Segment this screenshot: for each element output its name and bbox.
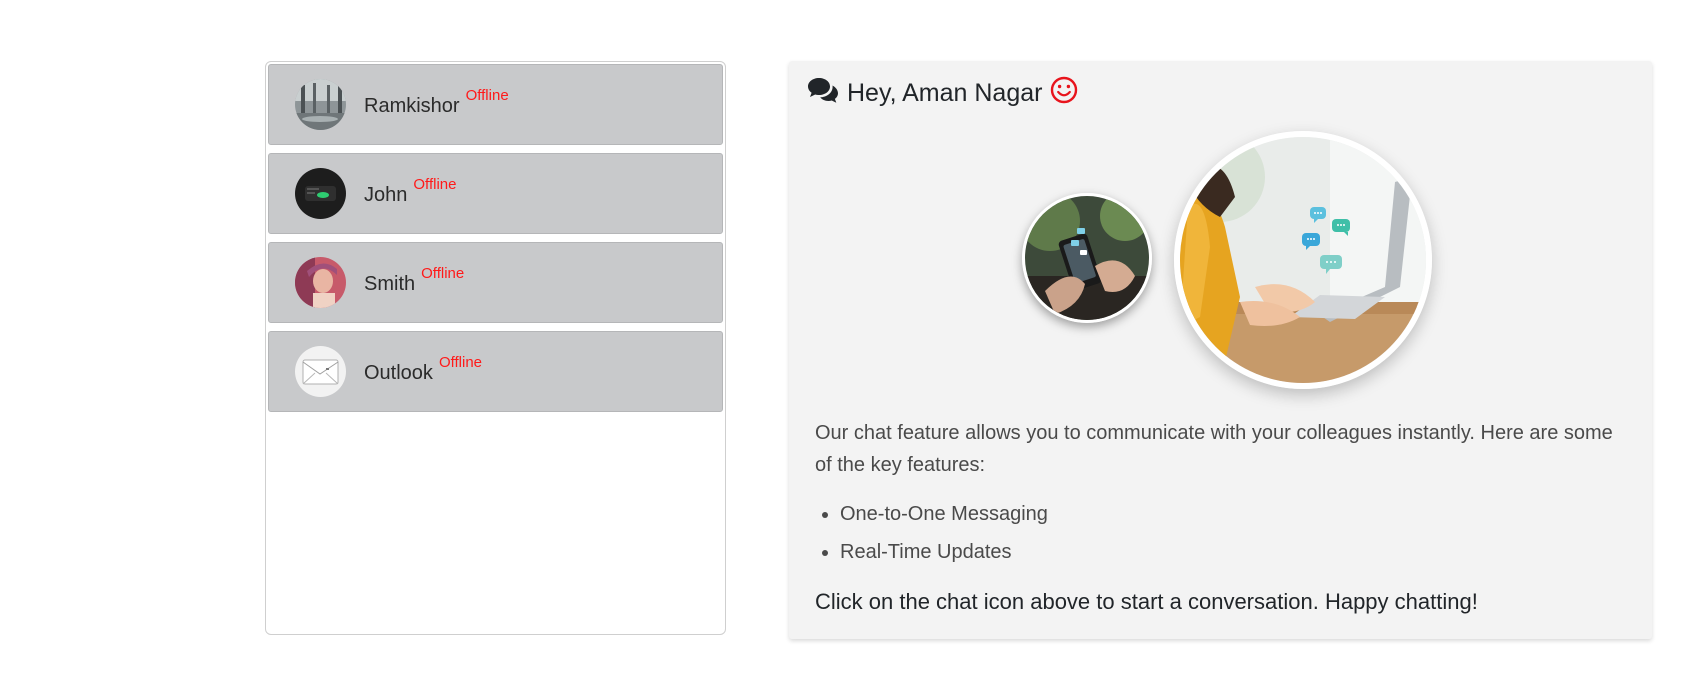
contact-name: Smith: [364, 273, 416, 295]
greeting-text: Hey, Aman Nagar: [847, 79, 1043, 107]
contact-name: Outlook: [364, 362, 433, 384]
status-badge: Offline: [465, 87, 509, 104]
avatar: [295, 346, 346, 397]
cta-text: Click on the chat icon above to start a …: [815, 589, 1478, 614]
contact-list: Ramkishor Offline John Offline Smith Off…: [265, 61, 726, 635]
comments-icon: [807, 76, 839, 111]
list-item: One-to-One Messaging: [840, 495, 1048, 533]
avatar: [295, 79, 346, 130]
smile-icon: [1050, 76, 1078, 111]
contact-item-john[interactable]: John Offline: [268, 153, 723, 234]
list-item: Real-Time Updates: [840, 533, 1048, 571]
status-badge: Offline: [421, 265, 465, 282]
avatar: [295, 257, 346, 308]
status-badge: Offline: [438, 354, 483, 371]
status-badge: Offline: [413, 176, 457, 193]
contact-item-outlook[interactable]: Outlook Offline: [268, 331, 723, 412]
phone-chat-illustration: [1022, 193, 1152, 323]
contact-name: Ramkishor: [364, 95, 460, 117]
welcome-panel: Hey, Aman Nagar Our chat feature allows …: [789, 61, 1652, 639]
laptop-chat-illustration: [1174, 131, 1432, 389]
contact-item-smith[interactable]: Smith Offline: [268, 242, 723, 323]
intro-text: Our chat feature allows you to communica…: [815, 422, 1613, 476]
chat-page: Ramkishor Offline John Offline Smith Off…: [0, 0, 1693, 695]
contact-item-ramkishor[interactable]: Ramkishor Offline: [268, 64, 723, 145]
avatar: [295, 168, 346, 219]
welcome-heading: Hey, Aman Nagar: [807, 76, 1078, 111]
contact-name: John: [364, 184, 408, 206]
feature-list: One-to-One Messaging Real-Time Updates: [815, 495, 1048, 571]
